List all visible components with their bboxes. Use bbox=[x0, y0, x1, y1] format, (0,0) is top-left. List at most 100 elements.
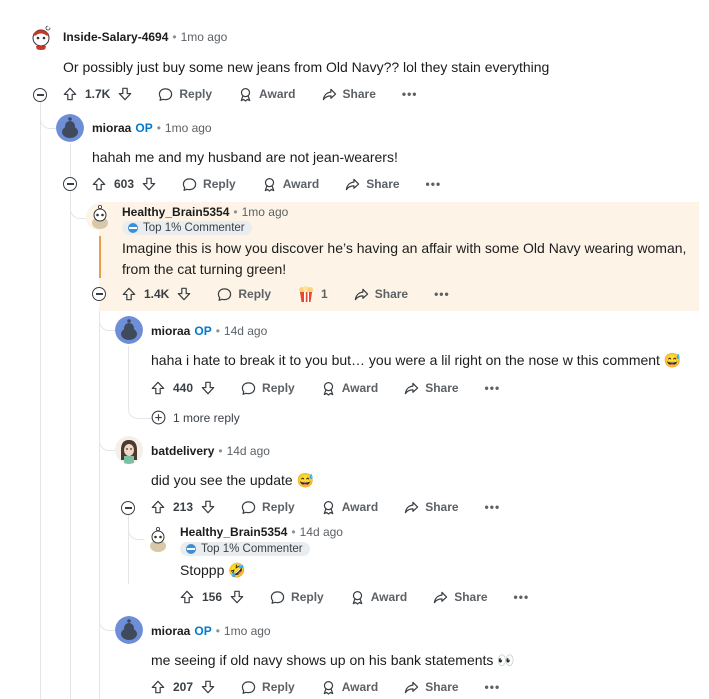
avatar[interactable] bbox=[86, 203, 114, 231]
highlight-bar bbox=[99, 236, 101, 278]
reply-button[interactable]: Reply bbox=[158, 87, 212, 102]
avatar[interactable] bbox=[115, 616, 143, 644]
timestamp[interactable]: 1mo ago bbox=[224, 624, 271, 638]
username[interactable]: mioraa bbox=[151, 624, 190, 638]
downvote-icon[interactable] bbox=[201, 500, 215, 514]
reply-button[interactable]: Reply bbox=[241, 680, 295, 695]
share-button[interactable]: Share bbox=[404, 500, 459, 515]
award-button[interactable]: Award bbox=[350, 590, 407, 605]
share-button[interactable]: Share bbox=[404, 680, 459, 695]
downvote-icon[interactable] bbox=[201, 381, 215, 395]
reply-label: Reply bbox=[262, 680, 295, 694]
vote-control: 1.4K bbox=[122, 287, 191, 301]
comment-header: mioraa OP • 1mo ago bbox=[92, 121, 212, 135]
vote-control: 1.7K bbox=[63, 87, 132, 101]
username[interactable]: Healthy_Brain5354 bbox=[180, 525, 287, 539]
timestamp[interactable]: 1mo ago bbox=[242, 205, 289, 219]
collapse-button[interactable] bbox=[92, 287, 106, 301]
more-options-button[interactable]: ••• bbox=[514, 590, 530, 604]
separator: • bbox=[156, 121, 161, 135]
more-options-button[interactable]: ••• bbox=[426, 177, 442, 191]
timestamp[interactable]: 14d ago bbox=[300, 525, 343, 539]
award-button[interactable]: Award bbox=[321, 680, 378, 695]
share-button[interactable]: Share bbox=[354, 287, 408, 302]
upvote-icon[interactable] bbox=[63, 87, 77, 101]
downvote-icon[interactable] bbox=[230, 590, 244, 604]
vote-count: 440 bbox=[173, 381, 194, 395]
action-bar: 440 Reply Award Share ••• bbox=[151, 378, 500, 398]
avatar[interactable] bbox=[115, 316, 143, 344]
reply-button[interactable]: Reply bbox=[241, 500, 295, 515]
reply-button[interactable]: Reply bbox=[182, 177, 236, 192]
award-button[interactable]: Award bbox=[321, 500, 378, 515]
vote-count: 603 bbox=[114, 177, 135, 191]
award-icon bbox=[323, 500, 334, 515]
reply-button[interactable]: Reply bbox=[217, 287, 271, 302]
award-icon bbox=[323, 381, 334, 396]
username[interactable]: mioraa bbox=[151, 324, 190, 338]
upvote-icon[interactable] bbox=[151, 500, 165, 514]
action-bar: 1.7K Reply Award Share ••• bbox=[63, 84, 417, 104]
username[interactable]: batdelivery bbox=[151, 444, 214, 458]
comment-body: hahah me and my husband are not jean-wea… bbox=[92, 149, 398, 165]
timestamp[interactable]: 14d ago bbox=[224, 324, 267, 338]
share-button[interactable]: Share bbox=[345, 177, 400, 192]
collapse-button[interactable] bbox=[63, 177, 77, 191]
vote-count: 1.7K bbox=[85, 87, 111, 101]
avatar[interactable] bbox=[28, 24, 54, 50]
downvote-icon[interactable] bbox=[177, 287, 191, 301]
timestamp[interactable]: 1mo ago bbox=[181, 30, 228, 44]
upvote-icon[interactable] bbox=[180, 590, 194, 604]
share-button[interactable]: Share bbox=[322, 87, 376, 102]
username[interactable]: Healthy_Brain5354 bbox=[122, 205, 229, 219]
upvote-icon[interactable] bbox=[92, 177, 106, 191]
op-badge: OP bbox=[135, 121, 153, 135]
separator: • bbox=[218, 444, 223, 458]
collapse-button[interactable] bbox=[121, 501, 135, 515]
share-button[interactable]: Share bbox=[404, 381, 459, 396]
commenter-badge-icon bbox=[128, 223, 138, 233]
avatar[interactable] bbox=[144, 525, 172, 553]
share-icon bbox=[322, 88, 336, 100]
reply-icon bbox=[182, 177, 197, 191]
more-options-button[interactable]: ••• bbox=[485, 500, 501, 514]
share-label: Share bbox=[425, 381, 459, 395]
award-icon bbox=[240, 87, 251, 102]
downvote-icon[interactable] bbox=[142, 177, 156, 191]
more-options-button[interactable]: ••• bbox=[402, 87, 418, 101]
downvote-icon[interactable] bbox=[118, 87, 132, 101]
award-button[interactable]: Award bbox=[262, 177, 319, 192]
timestamp[interactable]: 1mo ago bbox=[165, 121, 212, 135]
flair-label: Top 1% Commenter bbox=[143, 222, 245, 234]
comment-header: Inside-Salary-4694 • 1mo ago bbox=[63, 30, 227, 44]
reply-button[interactable]: Reply bbox=[270, 590, 324, 605]
award-label: Award bbox=[341, 680, 379, 694]
award-display[interactable]: 1 bbox=[297, 285, 328, 303]
comment-body: me seeing if old navy shows up on his ba… bbox=[151, 652, 515, 668]
reply-button[interactable]: Reply bbox=[241, 381, 295, 396]
username[interactable]: Inside-Salary-4694 bbox=[63, 30, 168, 44]
award-button[interactable]: Award bbox=[238, 87, 296, 102]
flair-badge: Top 1% Commenter bbox=[122, 221, 252, 235]
username[interactable]: mioraa bbox=[92, 121, 131, 135]
upvote-icon[interactable] bbox=[122, 287, 136, 301]
timestamp[interactable]: 14d ago bbox=[227, 444, 270, 458]
award-label: Award bbox=[341, 500, 379, 514]
downvote-icon[interactable] bbox=[201, 680, 215, 694]
avatar[interactable] bbox=[56, 114, 84, 142]
avatar[interactable] bbox=[115, 436, 143, 464]
comment-header: batdelivery • 14d ago bbox=[151, 444, 270, 458]
share-button[interactable]: Share bbox=[433, 590, 488, 605]
share-label: Share bbox=[425, 680, 459, 694]
more-options-button[interactable]: ••• bbox=[434, 287, 450, 301]
share-label: Share bbox=[366, 177, 400, 191]
share-label: Share bbox=[374, 287, 409, 301]
reply-label: Reply bbox=[262, 500, 295, 514]
collapse-button[interactable] bbox=[33, 88, 47, 102]
more-options-button[interactable]: ••• bbox=[485, 381, 501, 395]
more-replies-link[interactable]: 1 more reply bbox=[151, 410, 240, 425]
award-button[interactable]: Award bbox=[321, 381, 378, 396]
upvote-icon[interactable] bbox=[151, 680, 165, 694]
more-options-button[interactable]: ••• bbox=[485, 680, 501, 694]
upvote-icon[interactable] bbox=[151, 381, 165, 395]
